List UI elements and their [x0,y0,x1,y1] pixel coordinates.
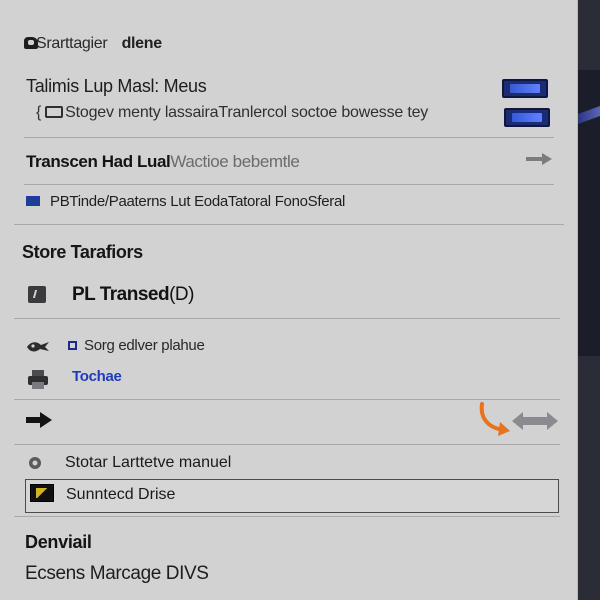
swap-arrows-icon[interactable] [512,412,558,430]
footer-text[interactable]: Ecsens Marcage DIVS [25,563,209,585]
bird-icon [27,342,49,352]
list-item-sorg-label: Sorg edlver plahue [84,337,205,354]
header-subtitle: dlene [121,35,163,52]
curved-arrow-icon [479,402,510,436]
tochae-link[interactable]: Tochae [72,368,122,385]
flag-icon [30,484,54,502]
pbt-row[interactable]: PBTinde/Paaterns Lut EodaTatoral FonoSfe… [26,193,345,210]
menu-subtitle-text: Stogev menty lassairaTranlercol soctoe b… [65,104,429,121]
checkbox-icon [68,341,77,350]
transed-suffix: (D) [169,284,194,305]
footer-heading: Denviail [25,532,92,552]
arrow-right-icon[interactable] [26,412,52,428]
divider [14,399,560,400]
side-scroll-strip[interactable] [578,70,600,356]
edit-icon [28,286,46,303]
divider [24,137,554,138]
arrow-right-icon[interactable] [526,153,552,165]
divider [14,224,564,225]
divider [14,318,560,319]
settings-icon [29,457,41,469]
stotar-option[interactable]: Stotar Larttetve manuel [65,454,231,472]
divider [14,516,560,517]
transcen-secondary: Wactioe bebemtle [170,152,300,171]
menu-subtitle-row: { Stogev menty lassairaTranlercol soctoe … [36,104,428,122]
transcen-row[interactable]: Transcen Had LualWactioe bebemtle [26,152,300,172]
divider [24,184,554,185]
window-icon [45,106,64,118]
bracket-glyph: { [36,104,42,121]
menu-title: Talimis Lup Masl: Meus [26,76,207,96]
transed-label: PL Transed [72,284,170,305]
transcen-label: Transcen Had Lual [26,152,171,171]
header-title: Srarttagier dlene [36,35,162,53]
sunt-option-label: Sunntecd Drise [66,486,176,503]
header-title-text: Srarttagier [36,35,108,52]
list-item-sorg[interactable]: Sorg edlver plahue [68,337,205,354]
folder-icon [26,196,40,206]
transed-item[interactable]: PL Transed(D) [72,284,194,306]
printer-icon [28,370,48,389]
pbt-label: PBTinde/Paaterns Lut EodaTatoral FonoSfe… [50,193,346,210]
section-heading: Store Tarafiors [22,242,143,262]
toggle-button-2[interactable] [504,108,550,127]
divider [14,444,560,445]
scroll-glow [578,105,600,125]
toggle-button-1[interactable] [502,79,548,98]
settings-panel: Srarttagier dlene Talimis Lup Masl: Meus… [0,0,578,600]
